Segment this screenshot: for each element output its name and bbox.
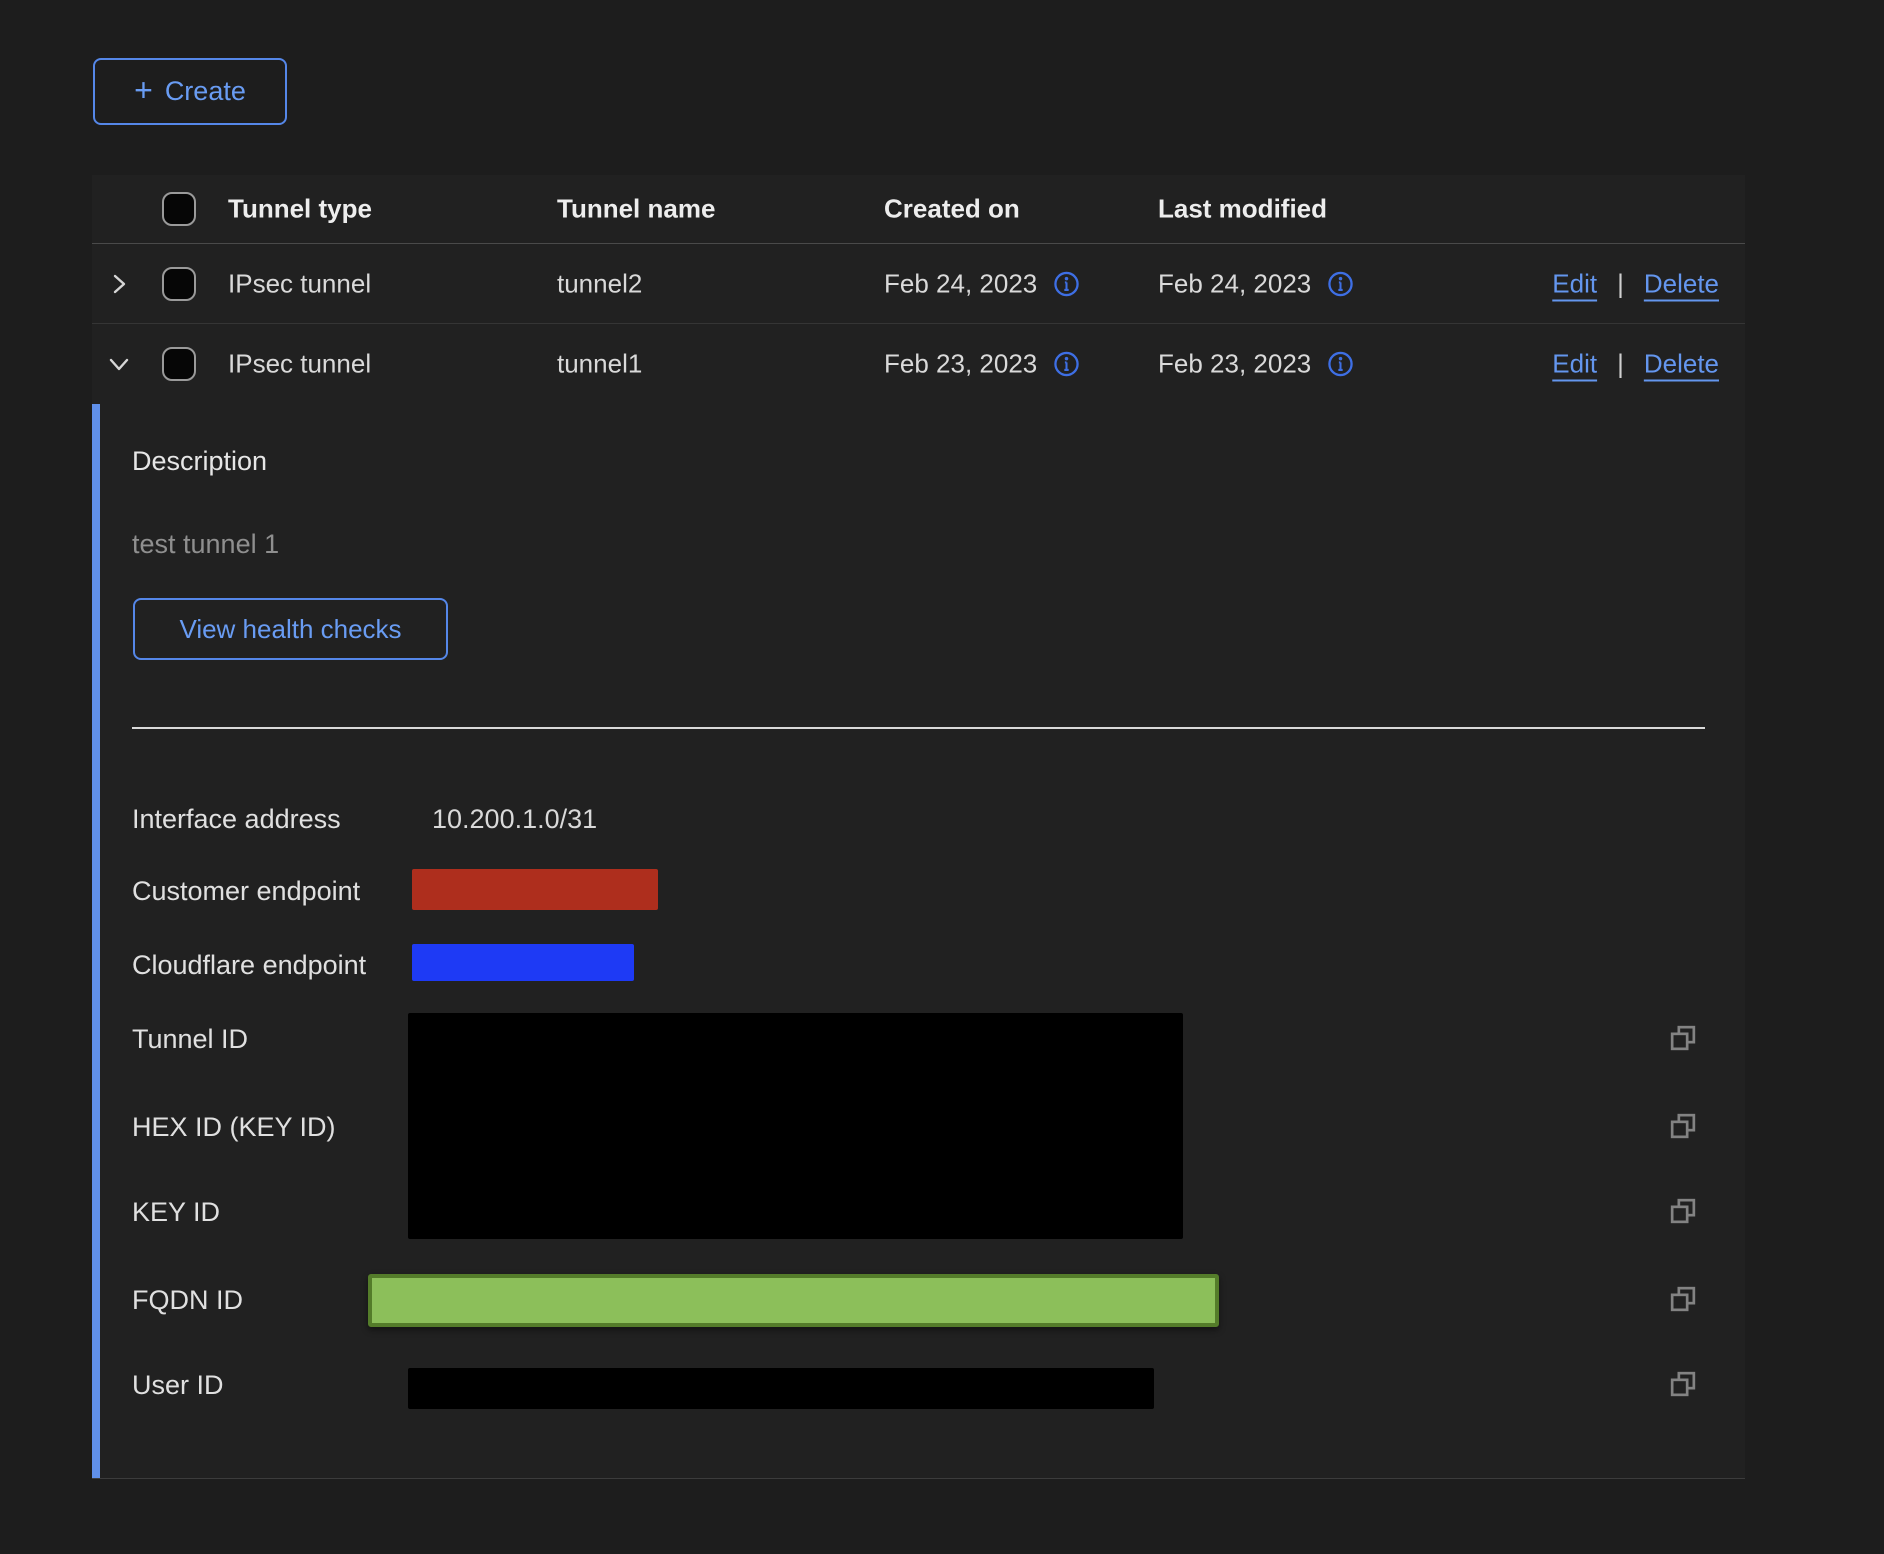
actions-separator: | — [1617, 268, 1624, 299]
tunnel-type-cell: IPsec tunnel — [228, 349, 371, 380]
last-modified-cell: Feb 23, 2023 — [1158, 349, 1354, 380]
user-id-label: User ID — [132, 1370, 224, 1401]
row-checkbox[interactable] — [162, 347, 196, 381]
select-all-checkbox[interactable] — [162, 192, 196, 226]
delete-link[interactable]: Delete — [1644, 349, 1719, 380]
cloudflare-endpoint-label: Cloudflare endpoint — [132, 950, 366, 981]
tunnel-table: Tunnel type Tunnel name Created on Last … — [92, 175, 1745, 1479]
row-checkbox[interactable] — [162, 267, 196, 301]
tunnels-page: + Create Tunnel type Tunnel name Created… — [0, 0, 1884, 1554]
info-icon[interactable] — [1327, 351, 1354, 378]
expanded-tunnel-details: Description test tunnel 1 View health ch… — [92, 404, 1745, 1479]
column-header-tunnel-name: Tunnel name — [557, 194, 715, 225]
created-on-cell: Feb 23, 2023 — [884, 349, 1080, 380]
create-button[interactable]: + Create — [93, 58, 287, 125]
copy-icon[interactable] — [1668, 1196, 1698, 1226]
description-value: test tunnel 1 — [132, 529, 279, 560]
info-icon[interactable] — [1327, 270, 1354, 297]
chevron-down-icon[interactable] — [104, 349, 134, 379]
plus-icon: + — [134, 74, 153, 106]
tunnel-type-cell: IPsec tunnel — [228, 268, 371, 299]
chevron-right-icon[interactable] — [104, 269, 134, 299]
column-header-created-on: Created on — [884, 194, 1020, 225]
created-on-date: Feb 24, 2023 — [884, 268, 1037, 299]
ids-redacted-value — [408, 1013, 1183, 1239]
copy-icon[interactable] — [1668, 1111, 1698, 1141]
last-modified-cell: Feb 24, 2023 — [1158, 268, 1354, 299]
fqdn-id-redacted-value — [368, 1274, 1219, 1327]
edit-link[interactable]: Edit — [1552, 349, 1597, 380]
fqdn-id-label: FQDN ID — [132, 1285, 243, 1316]
copy-icon[interactable] — [1668, 1369, 1698, 1399]
user-id-redacted-value — [408, 1368, 1154, 1409]
description-label: Description — [132, 446, 267, 477]
customer-endpoint-label: Customer endpoint — [132, 876, 360, 907]
created-on-date: Feb 23, 2023 — [884, 349, 1037, 380]
table-row: IPsec tunnel tunnel1 Feb 23, 2023 Feb 23… — [92, 324, 1745, 404]
create-button-label: Create — [165, 76, 246, 107]
hex-id-label: HEX ID (KEY ID) — [132, 1112, 336, 1143]
row-actions: Edit | Delete — [1552, 268, 1719, 299]
section-divider — [132, 727, 1705, 729]
edit-link[interactable]: Edit — [1552, 268, 1597, 299]
column-header-tunnel-type: Tunnel type — [228, 194, 372, 225]
copy-icon[interactable] — [1668, 1284, 1698, 1314]
copy-icon[interactable] — [1668, 1023, 1698, 1053]
table-header-row: Tunnel type Tunnel name Created on Last … — [92, 175, 1745, 244]
last-modified-date: Feb 24, 2023 — [1158, 268, 1311, 299]
last-modified-date: Feb 23, 2023 — [1158, 349, 1311, 380]
cloudflare-endpoint-redacted-value — [412, 944, 634, 981]
key-id-label: KEY ID — [132, 1197, 220, 1228]
table-row: IPsec tunnel tunnel2 Feb 24, 2023 Feb 24… — [92, 244, 1745, 324]
tunnel-name-cell: tunnel1 — [557, 349, 642, 380]
created-on-cell: Feb 24, 2023 — [884, 268, 1080, 299]
interface-address-value: 10.200.1.0/31 — [432, 804, 597, 835]
interface-address-label: Interface address — [132, 804, 341, 835]
delete-link[interactable]: Delete — [1644, 268, 1719, 299]
info-icon[interactable] — [1053, 351, 1080, 378]
info-icon[interactable] — [1053, 270, 1080, 297]
view-health-checks-button[interactable]: View health checks — [133, 598, 448, 660]
tunnel-name-cell: tunnel2 — [557, 268, 642, 299]
expanded-accent-bar — [92, 404, 100, 1478]
tunnel-id-label: Tunnel ID — [132, 1024, 248, 1055]
actions-separator: | — [1617, 349, 1624, 380]
row-actions: Edit | Delete — [1552, 349, 1719, 380]
column-header-last-modified: Last modified — [1158, 194, 1327, 225]
customer-endpoint-redacted-value — [412, 869, 658, 910]
